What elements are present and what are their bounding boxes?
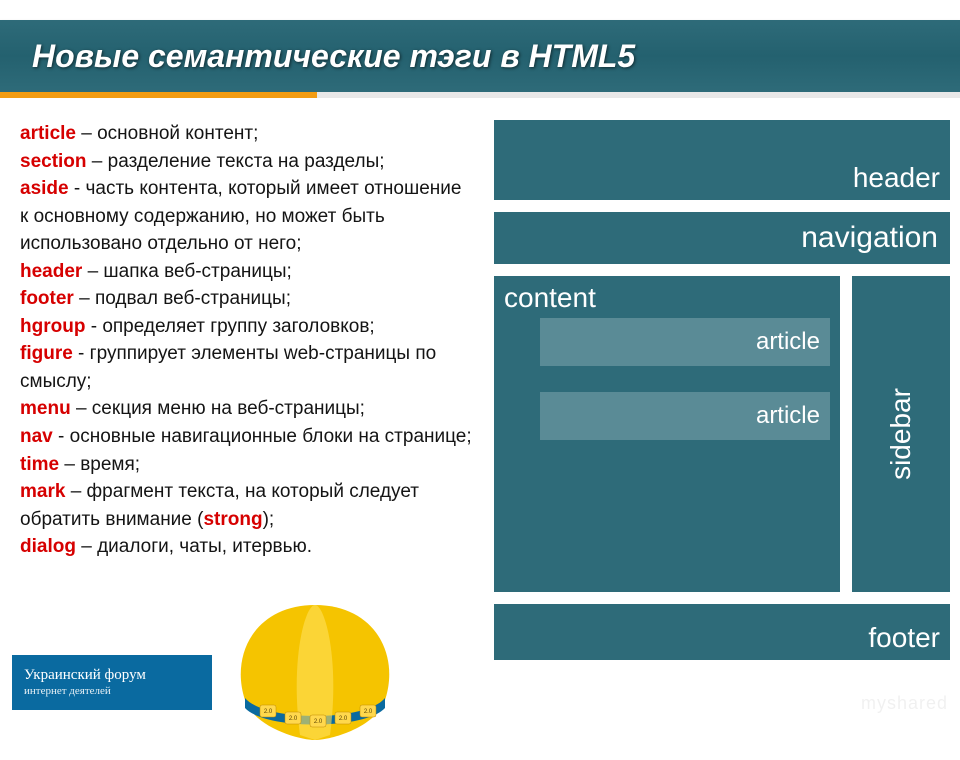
term-desc: – подвал веб-страницы; [74, 288, 291, 309]
diagram-content-label: content [504, 282, 596, 314]
accent-bar [0, 92, 960, 98]
term-row: footer – подвал веб-страницы; [20, 285, 475, 313]
term-row: dialog – диалоги, чаты, итервью. [20, 533, 475, 561]
diagram-content-box: content article article [494, 276, 840, 592]
term-row: article – основной контент; [20, 120, 475, 148]
term-desc: - часть контента, который имеет отношени… [20, 178, 461, 254]
diagram-article-label-1: article [756, 328, 820, 356]
term-desc: - группирует элементы web-страницы по см… [20, 343, 436, 392]
watermark: myshared [861, 693, 948, 714]
term-row: section – разделение текста на разделы; [20, 148, 475, 176]
term-row: time – время; [20, 451, 475, 479]
term-name: article [20, 123, 76, 144]
term-desc: – время; [59, 454, 140, 475]
badge-line2: интернет деятелей [24, 685, 200, 699]
term-name: section [20, 151, 87, 172]
terms-list: article – основной контент;section – раз… [20, 120, 475, 561]
diagram-article-box-2: article [540, 392, 830, 440]
term-row: menu – секция меню на веб-страницы; [20, 395, 475, 423]
term-row: nav - основные навигационные блоки на ст… [20, 423, 475, 451]
term-desc: – разделение текста на разделы; [87, 151, 385, 172]
diagram-header-box: header [494, 120, 950, 200]
term-name: mark [20, 481, 65, 502]
diagram-nav-box: navigation [494, 212, 950, 264]
forum-badge: Украинский форум интернет деятелей [12, 655, 212, 710]
term-desc: ); [263, 509, 275, 530]
term-name: nav [20, 426, 53, 447]
term-desc: – основной контент; [76, 123, 258, 144]
diagram-footer-box: footer [494, 604, 950, 660]
svg-text:2.0: 2.0 [289, 716, 298, 722]
svg-text:2.0: 2.0 [264, 709, 273, 715]
term-desc: - основные навигационные блоки на страни… [53, 426, 472, 447]
term-row: hgroup - определяет группу заголовков; [20, 313, 475, 341]
diagram-nav-label: navigation [801, 221, 938, 255]
term-name: figure [20, 343, 73, 364]
diagram-article-label-2: article [756, 402, 820, 430]
term-highlight: strong [203, 509, 262, 530]
term-desc: – секция меню на веб-страницы; [71, 398, 365, 419]
layout-diagram: header navigation content article articl… [494, 120, 950, 680]
diagram-sidebar-label: sidebar [885, 388, 917, 480]
term-name: dialog [20, 536, 76, 557]
diagram-article-box-1: article [540, 318, 830, 366]
slide-title: Новые семантические тэги в HTML5 [32, 38, 635, 75]
diagram-header-label: header [853, 162, 940, 194]
term-desc: - определяет группу заголовков; [85, 316, 374, 337]
badge-line1: Украинский форум [24, 666, 200, 685]
balloon-illustration: 2.0 2.0 2.0 2.0 2.0 [210, 600, 420, 760]
svg-text:2.0: 2.0 [339, 716, 348, 722]
term-row: mark – фрагмент текста, на который следу… [20, 478, 475, 533]
diagram-footer-label: footer [868, 622, 940, 654]
term-desc: – шапка веб-страницы; [82, 261, 292, 282]
term-row: figure - группирует элементы web-страниц… [20, 340, 475, 395]
term-desc: – диалоги, чаты, итервью. [76, 536, 312, 557]
diagram-sidebar-box: sidebar [852, 276, 950, 592]
term-row: aside - часть контента, который имеет от… [20, 175, 475, 258]
term-name: header [20, 261, 82, 282]
term-name: hgroup [20, 316, 85, 337]
term-name: menu [20, 398, 71, 419]
title-band: Новые семантические тэги в HTML5 [0, 20, 960, 92]
svg-text:2.0: 2.0 [364, 709, 373, 715]
term-name: time [20, 454, 59, 475]
term-name: footer [20, 288, 74, 309]
term-name: aside [20, 178, 69, 199]
term-row: header – шапка веб-страницы; [20, 258, 475, 286]
